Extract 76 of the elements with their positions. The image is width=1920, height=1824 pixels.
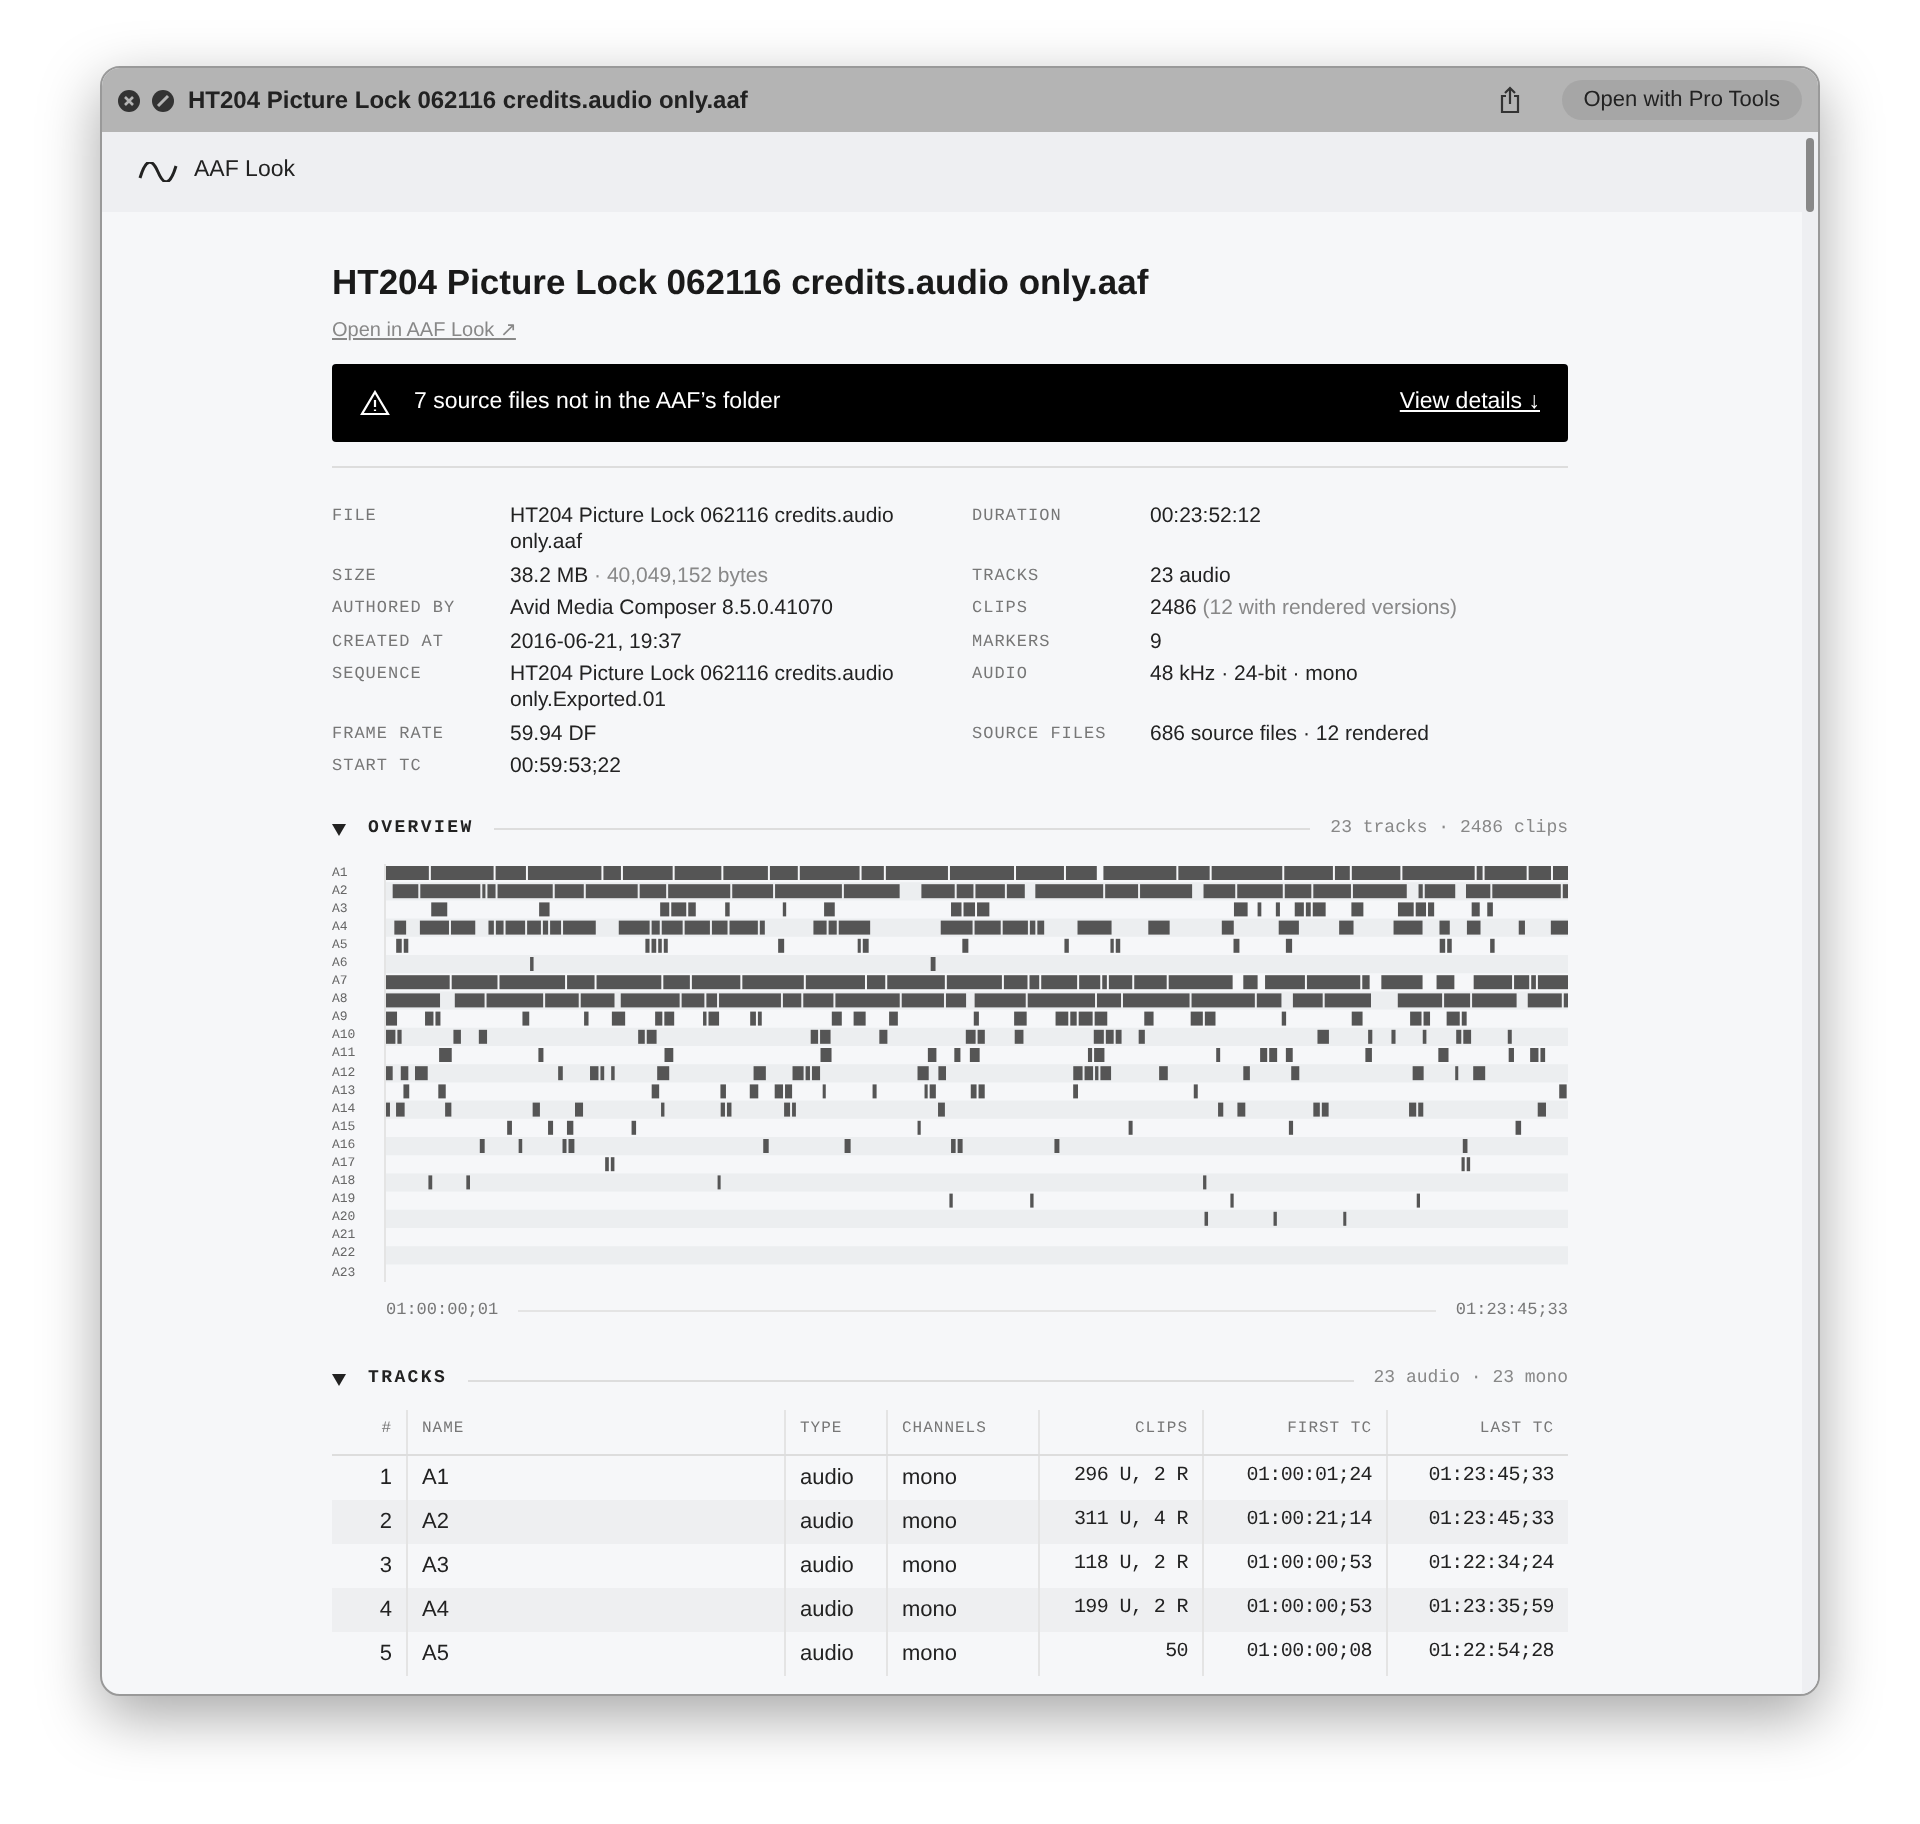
- field-label: FRAME RATE: [332, 721, 447, 747]
- open-link[interactable]: Open in AAF Look ↗: [332, 320, 516, 344]
- column-header: #: [379, 1417, 394, 1442]
- section-summary: 23 audio · 23 mono: [1373, 1366, 1568, 1393]
- field-value: 00:59:53;22: [510, 754, 623, 780]
- field-label: START TC: [332, 754, 424, 780]
- table-cell: A4: [406, 1587, 784, 1632]
- column-header: TYPE: [784, 1409, 886, 1454]
- share-icon[interactable]: [1497, 86, 1522, 114]
- field-label: CREATED AT: [332, 629, 447, 655]
- table-cell: audio: [784, 1631, 886, 1676]
- timecode-end: 01:23:45;33: [1455, 1297, 1568, 1323]
- field-value: 23 audio: [1150, 563, 1233, 589]
- timecode-start: 01:00:00;01: [386, 1297, 499, 1323]
- app-name: AAF Look: [194, 156, 295, 187]
- warning-message: 7 source files not in the AAF’s folder: [414, 387, 781, 418]
- field-value: Avid Media Composer 8.5.0.41070: [510, 596, 835, 622]
- table-cell: 50: [1038, 1631, 1202, 1676]
- table-cell: audio: [784, 1499, 886, 1544]
- field-label: AUTHORED BY: [332, 596, 458, 622]
- table-cell: mono: [886, 1499, 1038, 1544]
- field-value: 38.2 MB · 40,049,152 bytes: [510, 563, 771, 589]
- table-cell: 01:23:45;33: [1386, 1499, 1568, 1544]
- field-value: 2486 (12 with rendered versions): [1150, 596, 1460, 622]
- view-details-link[interactable]: View details ↓: [1399, 385, 1540, 421]
- column-header: CHANNELS: [886, 1409, 1038, 1454]
- section-summary: 23 tracks · 2486 clips: [1330, 816, 1568, 842]
- column-header: FIRST TC: [1202, 1409, 1386, 1454]
- field-label: TRACKS: [972, 563, 1042, 589]
- table-cell: 311 U, 4 R: [1038, 1499, 1202, 1544]
- section-title: TRACKS: [368, 1366, 448, 1393]
- table-cell: 01:00:00;53: [1202, 1587, 1386, 1632]
- column-header: CLIPS: [1038, 1409, 1202, 1454]
- caret-icon[interactable]: [332, 823, 346, 836]
- table-cell: mono: [886, 1587, 1038, 1632]
- field-value: 00:23:52:12: [1150, 504, 1263, 532]
- table-cell-text: 3: [377, 1551, 394, 1582]
- close-icon[interactable]: [118, 89, 140, 111]
- table-cell-text: 1: [377, 1463, 394, 1494]
- column-header: NAME: [406, 1409, 784, 1454]
- field-label: FILE: [332, 504, 379, 530]
- field-value: 2016-06-21, 19:37: [510, 629, 684, 655]
- table-cell-text: 2: [377, 1507, 394, 1538]
- field-label: SOURCE FILES: [972, 721, 1109, 747]
- table-cell-text: 5: [377, 1639, 394, 1670]
- table-cell: 01:22:54;28: [1386, 1631, 1568, 1676]
- field-label: DURATION: [972, 504, 1064, 530]
- table-cell: A2: [406, 1499, 784, 1544]
- table-cell: audio: [784, 1587, 886, 1632]
- field-label: SEQUENCE: [332, 662, 424, 688]
- table-cell: 01:23:35;59: [1386, 1587, 1568, 1632]
- table-cell: 01:00:00;08: [1202, 1631, 1386, 1676]
- field-label: SIZE: [332, 563, 379, 589]
- field-label: CLIPS: [972, 596, 1031, 622]
- field-label: AUDIO: [972, 662, 1031, 688]
- field-value: HT204 Picture Lock 062116 credits.audio only.Exported.01: [510, 662, 896, 714]
- prohibited-icon[interactable]: [152, 89, 174, 111]
- table-cell: 01:00:21;14: [1202, 1499, 1386, 1544]
- field-value: 9: [1150, 629, 1164, 655]
- warning-icon: [360, 390, 390, 416]
- file-heading: HT204 Picture Lock 062116 credits.audio only.aaf: [332, 260, 1151, 304]
- table-cell: mono: [886, 1631, 1038, 1676]
- caret-icon[interactable]: [332, 1374, 346, 1387]
- section-title: OVERVIEW: [368, 816, 474, 842]
- table-cell: A5: [406, 1631, 784, 1676]
- field-value: 59.94 DF: [510, 721, 599, 747]
- field-value: 48 kHz · 24-bit · mono: [1150, 662, 1360, 690]
- column-header: LAST TC: [1386, 1409, 1568, 1454]
- field-label: MARKERS: [972, 629, 1053, 655]
- table-cell-text: 4: [377, 1595, 394, 1626]
- window-title: HT204 Picture Lock 062116 credits.audio only.aaf: [188, 84, 748, 118]
- table-cell: 199 U, 2 R: [1038, 1587, 1202, 1632]
- wave-icon: [138, 162, 178, 182]
- open-with-button[interactable]: Open with Pro Tools: [1561, 80, 1802, 120]
- field-value: HT204 Picture Lock 062116 credits.audio only.aaf: [510, 504, 896, 556]
- field-value: 686 source files · 12 rendered: [1150, 721, 1431, 747]
